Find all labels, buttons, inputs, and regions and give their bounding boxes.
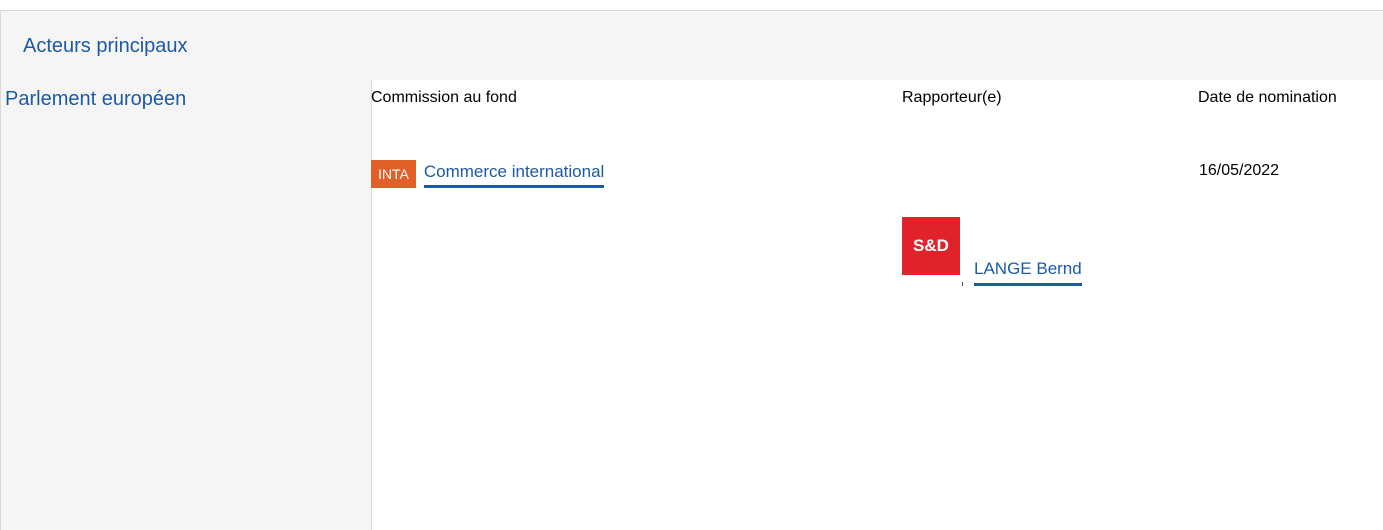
section-title: Acteurs principaux [23,35,188,57]
committee-row: INTA Commerce international [371,160,605,188]
committee-column-header: Commission au fond [371,89,517,106]
political-group-logo-text: S&D [913,236,949,255]
institution-name: Parlement européen [5,88,187,110]
logo-divider [962,282,963,286]
committee-badge: INTA [371,160,416,188]
nomination-date: 16/05/2022 [1199,162,1280,179]
rapporteur-link[interactable]: LANGE Bernd [974,258,1082,286]
section-header: Acteurs principaux [0,10,1383,80]
rapporteur-column-header: Rapporteur(e) [902,89,1002,106]
political-group-logo[interactable]: S&D [902,217,960,275]
date-column-header: Date de nomination [1198,89,1337,106]
procedure-actors-panel: Acteurs principaux Parlement européen Co… [0,0,1383,530]
institution-column: Parlement européen [0,80,372,530]
committee-link[interactable]: Commerce international [423,161,605,188]
